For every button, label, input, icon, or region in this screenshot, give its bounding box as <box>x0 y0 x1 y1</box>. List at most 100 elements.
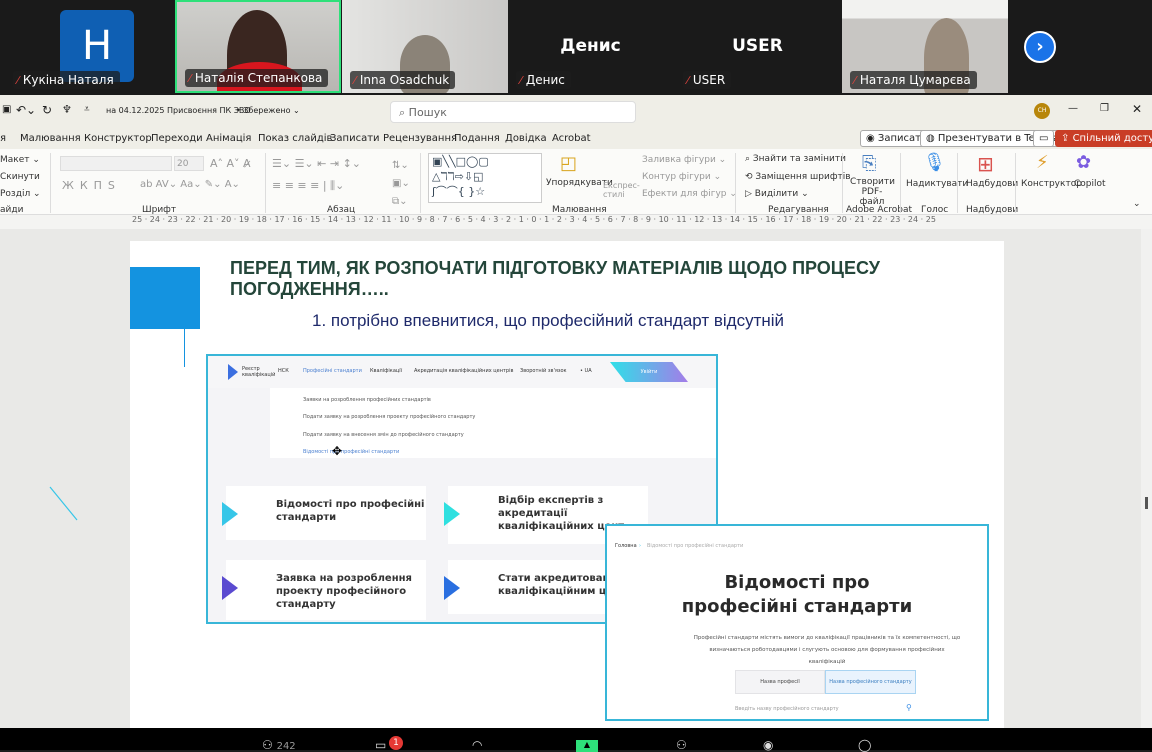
chevron-right-icon: › <box>639 543 641 549</box>
copilot-icon[interactable]: ✿ <box>1076 152 1091 173</box>
dictate-button[interactable]: Надиктувати <box>906 179 968 189</box>
website-screenshot-2[interactable]: Головна › Відомості про професійні станд… <box>605 524 989 721</box>
list-icons[interactable]: ☰⌄ ☰⌄ ⇤ ⇥ ↕⌄ <box>272 157 361 170</box>
font-extra-icons[interactable]: ab AV⌄ Aa⌄ ✎⌄ A⌄ <box>140 179 240 190</box>
undo-icon[interactable]: ↶⌄ <box>16 103 36 117</box>
participant-name: ⁄ USER <box>683 71 732 89</box>
tab-animations[interactable]: Анімація <box>206 133 251 144</box>
save-status[interactable]: • Збережено ⌄ <box>236 106 300 115</box>
addins-button[interactable]: Надбудови <box>966 179 1018 189</box>
tab-draw[interactable]: Малювання <box>20 133 81 144</box>
close-icon[interactable]: ✕ <box>1132 102 1142 116</box>
presentation-icon[interactable]: ♆ <box>62 103 72 116</box>
font-format-icons[interactable]: ЖКПS <box>62 179 121 192</box>
tab-home[interactable]: я <box>0 133 6 144</box>
group-label: Абзац <box>327 205 356 215</box>
participant-name: ⁄ Наталія Степанкова <box>185 69 329 87</box>
participant-name: ⁄ Inna Osadchuk <box>350 71 456 89</box>
group-label: Голос <box>921 205 949 215</box>
search-placeholder: Пошук <box>408 106 447 119</box>
group-label: Надбудови <box>966 205 1019 215</box>
participant-tile[interactable]: Н ⁄ Кукіна Наталя <box>5 0 170 93</box>
participant-tile[interactable]: ⁄ Inna Osadchuk <box>342 0 508 93</box>
tab-view[interactable]: Подання <box>454 133 500 144</box>
page-description: Професійні стандарти містять вимоги до к… <box>693 635 961 665</box>
logo-icon <box>228 364 238 380</box>
create-pdf-button[interactable]: Створити PDF-файл <box>850 177 895 207</box>
quick-styles-button[interactable]: Експрес-стилі <box>603 181 640 199</box>
site-logo-text: Реєстр кваліфікацій <box>242 366 276 378</box>
participant-tile[interactable]: ⁄ Наталя Цумарєва <box>842 0 1008 93</box>
font-name-select[interactable] <box>60 156 172 171</box>
search-input: Введіть назву професійного стандарту <box>735 706 839 712</box>
card-title: Відомості про професійні стандарти <box>276 499 425 523</box>
slide-title[interactable]: ПЕРЕД ТИМ, ЯК РОЗПОЧАТИ ПІДГОТОВКУ МАТЕР… <box>230 258 990 300</box>
save-icon[interactable]: ▣ <box>2 104 11 115</box>
scrollbar[interactable] <box>1141 229 1152 728</box>
slide-subtitle[interactable]: 1. потрібно впевнитися, що професійний с… <box>312 311 784 331</box>
tab-help[interactable]: Довідка <box>505 133 547 144</box>
mic-muted-icon: ⁄ <box>520 74 522 87</box>
tab-review[interactable]: Рецензування <box>383 133 457 144</box>
breadcrumb: Відомості про професійні стандарти <box>647 543 744 549</box>
minimize-icon[interactable]: — <box>1068 103 1078 114</box>
text-direction-icons[interactable]: ⇅⌄ ▣⌄ ⧉⌄ <box>392 157 410 211</box>
search-icon: ⚲ <box>906 703 912 712</box>
replace-fonts-button[interactable]: ⟲ Заміщення шрифтів <box>745 172 851 182</box>
avatar[interactable]: СН <box>1034 103 1050 119</box>
comments-icon[interactable]: ▭ <box>1033 130 1055 147</box>
breadcrumb: Головна <box>615 543 637 549</box>
microphone-icon[interactable]: 🎙 <box>923 152 946 173</box>
tab-profession-name: Назва професії <box>735 670 825 694</box>
customize-icon[interactable]: ⩡ <box>84 104 90 115</box>
arrange-icon[interactable]: ◰ <box>560 153 577 174</box>
participant-tile[interactable]: ⁄ Наталія Степанкова <box>175 0 341 93</box>
nav-link: Професійні стандарти <box>303 368 362 374</box>
participants-count: 242 <box>276 741 296 752</box>
pdf-icon[interactable]: ⎘ <box>862 153 876 174</box>
menu-item: Відомості про професійні стандарти <box>303 449 400 455</box>
participant-name: ⁄ Кукіна Наталя <box>13 71 120 89</box>
chat-badge: 1 <box>389 736 403 750</box>
feature-card: Відомості про професійні стандарти <box>222 486 426 540</box>
find-replace-button[interactable]: ⌕ Знайти та замінити <box>745 154 846 164</box>
font-size-select[interactable]: 20 <box>174 156 204 171</box>
addins-icon[interactable]: ⊞ <box>977 152 994 176</box>
section-button[interactable]: Розділ ⌄ <box>0 189 41 199</box>
search-input[interactable]: ⌕ Пошук <box>390 101 636 123</box>
restore-icon[interactable]: ❐ <box>1100 103 1109 114</box>
align-icons[interactable]: ≡ ≡ ≡ ≡ | ⫼⌄ <box>272 179 344 193</box>
share-screen-icon[interactable]: ▲ <box>576 740 598 752</box>
font-grow-shrink-icon[interactable]: A˄ A˅ A̷ <box>210 157 251 170</box>
designer-button[interactable]: Конструктор <box>1021 179 1082 189</box>
shape-fill-button[interactable]: Заливка фігури ⌄ <box>642 155 726 165</box>
share-label: Спільний доступ <box>1072 133 1152 144</box>
reset-button[interactable]: Скинути <box>0 172 40 182</box>
tab-design[interactable]: Конструктор <box>84 133 152 144</box>
tab-record[interactable]: Записати <box>330 133 380 144</box>
participant-tile[interactable]: Денис ⁄ Денис <box>508 0 673 93</box>
select-label: Виділити ⌄ <box>754 189 809 199</box>
shapes-gallery[interactable]: ▣╲╲□◯▢ △ℸℸ⇨⇩◱ ʃ⌒⌒{ }☆ <box>428 153 542 203</box>
layout-button[interactable]: Макет ⌄ <box>0 155 40 165</box>
redo-icon[interactable]: ↻ <box>42 103 52 117</box>
document-title: на 04.12.2025 Присвоєння ПК ЗВО <box>106 106 251 115</box>
copilot-button[interactable]: Copilot <box>1074 179 1106 189</box>
shape-outline-button[interactable]: Контур фігури ⌄ <box>642 172 721 182</box>
menu-item: Подати заявку на розроблення проекту про… <box>303 414 476 420</box>
mic-muted-icon: ⁄ <box>687 74 689 87</box>
designer-icon[interactable]: ⚡ <box>1036 152 1049 173</box>
replace-fonts-label: Заміщення шрифтів <box>755 172 851 182</box>
tab-transitions[interactable]: Переходи <box>151 133 203 144</box>
mic-muted-icon: ⁄ <box>17 74 19 87</box>
feature-card: Заявка на розроблення проекту професійно… <box>222 560 426 620</box>
scrollbar-thumb[interactable] <box>1145 497 1148 509</box>
shape-effects-button[interactable]: Ефекти для фігур ⌄ <box>642 189 737 199</box>
share-button[interactable]: ⇪ Спільний доступ ⌄ <box>1055 130 1152 147</box>
select-button[interactable]: ▷ Виділити ⌄ <box>745 189 809 199</box>
tab-acrobat[interactable]: Acrobat <box>552 133 591 144</box>
tab-slideshow[interactable]: Показ слайдів <box>258 133 332 144</box>
chevron-right-icon[interactable]: › <box>1024 31 1056 63</box>
participant-tile[interactable]: USER ⁄ USER <box>675 0 840 93</box>
ribbon-expand-icon[interactable]: ⌄ <box>1133 199 1141 209</box>
